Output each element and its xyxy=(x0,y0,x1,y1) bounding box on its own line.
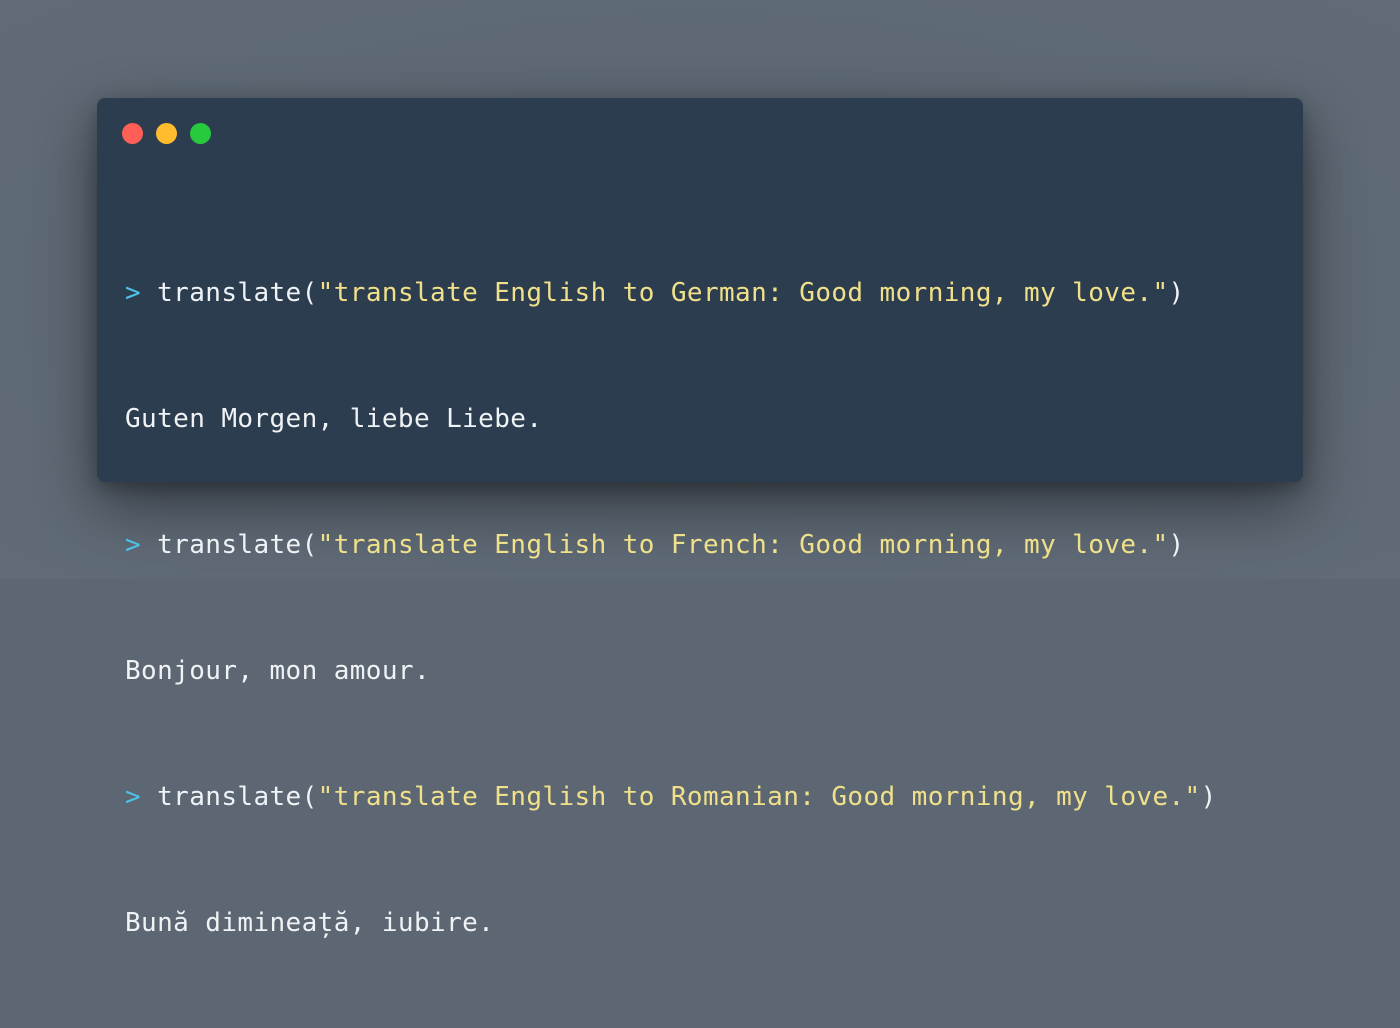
prompt-symbol: > xyxy=(125,278,142,308)
function-call: translate( xyxy=(157,782,318,812)
command-line: > translate("translate English to German… xyxy=(125,272,1217,314)
closing-paren: ) xyxy=(1168,278,1185,308)
terminal-window: > translate("translate English to German… xyxy=(97,98,1303,938)
command-line: > translate("translate English to Romani… xyxy=(125,776,1217,818)
minimize-button[interactable] xyxy=(156,123,177,144)
function-call: translate( xyxy=(157,278,318,308)
result-line: Bonjour, mon amour. xyxy=(125,656,431,686)
command-line: > translate("translate English to French… xyxy=(125,524,1217,566)
string-argument: "translate English to Romanian: Good mor… xyxy=(317,782,1201,812)
prompt-symbol: > xyxy=(125,782,142,812)
closing-paren: ) xyxy=(1168,530,1185,560)
maximize-button[interactable] xyxy=(190,123,211,144)
string-argument: "translate English to French: Good morni… xyxy=(317,530,1169,560)
result-line: Guten Morgen, liebe Liebe. xyxy=(125,404,543,434)
string-argument: "translate English to German: Good morni… xyxy=(317,278,1169,308)
result-line: Bună dimineață, iubire. xyxy=(125,908,495,938)
close-button[interactable] xyxy=(122,123,143,144)
console-output: > translate("translate English to German… xyxy=(125,188,1217,1028)
prompt-symbol: > xyxy=(125,530,142,560)
function-call: translate( xyxy=(157,530,318,560)
window-controls xyxy=(122,123,211,145)
closing-paren: ) xyxy=(1200,782,1217,812)
